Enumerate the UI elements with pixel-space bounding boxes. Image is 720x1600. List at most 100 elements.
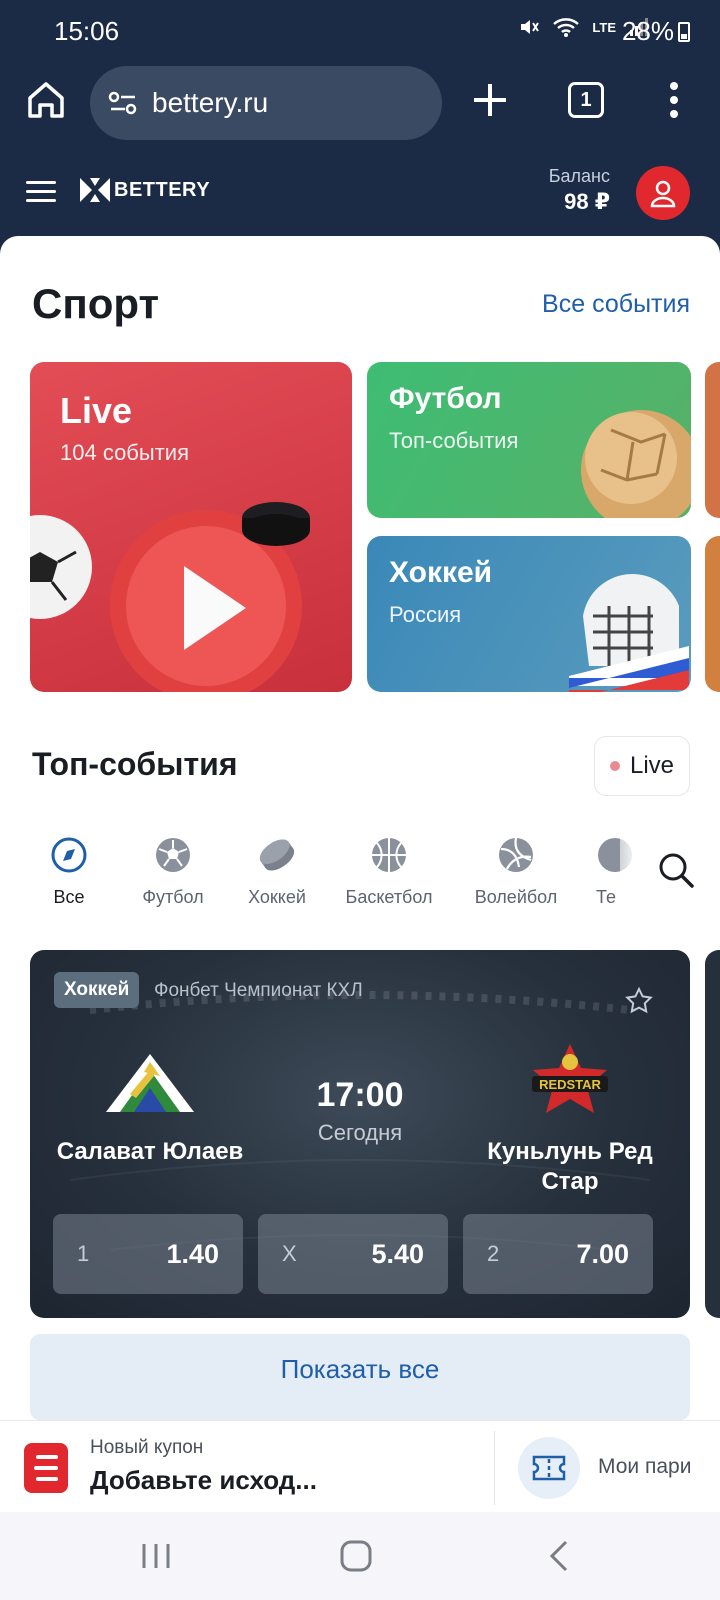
filter-basketball[interactable]: Баскетбол <box>334 826 444 908</box>
odd-home-button[interactable]: 1 1.40 <box>53 1214 243 1294</box>
live-chip-label: Live <box>629 752 675 779</box>
event-card-peek[interactable] <box>705 950 720 1318</box>
balance-value: 98 ₽ <box>564 189 610 214</box>
balance[interactable]: Баланс 98 ₽ <box>549 166 610 215</box>
sport-filter-bar: Все Футбол Хоккей Баскетбол Волейбол Те <box>0 826 720 916</box>
odd-away-label: 2 <box>487 1241 500 1266</box>
menu-icon[interactable] <box>26 181 56 203</box>
mute-icon <box>521 20 540 34</box>
soccer-ball-icon <box>30 515 92 619</box>
sport-section-title: Спорт <box>32 280 160 327</box>
volleyball-icon <box>499 837 533 872</box>
user-icon <box>650 180 676 208</box>
status-bar: 15:06 LTE 28% <box>0 0 720 60</box>
url-bar[interactable]: bettery.ru <box>90 66 442 140</box>
filter-volleyball[interactable]: Волейбол <box>461 826 571 908</box>
salavat-logo-icon <box>106 1054 194 1112</box>
search-zone <box>620 826 720 916</box>
away-team: REDSTAR Куньлунь Ред Стар <box>460 1042 680 1197</box>
event-sport-badge: Хоккей <box>54 972 140 1008</box>
coupon-icon[interactable] <box>24 1443 68 1493</box>
battery-percent: 28% <box>621 16 674 46</box>
odd-draw-value: 5.40 <box>371 1238 424 1269</box>
odd-away-value: 7.00 <box>576 1238 629 1269</box>
hockey-puck-icon <box>259 839 295 871</box>
odd-draw-label: X <box>282 1241 297 1266</box>
all-events-link[interactable]: Все события <box>542 290 690 319</box>
soccer-ball-icon <box>156 838 190 872</box>
filter-all[interactable]: Все <box>14 826 124 908</box>
coupon-lines-icon <box>34 1455 58 1481</box>
network-type: LTE <box>592 19 616 35</box>
tab-switcher-button[interactable]: 1 <box>568 82 604 118</box>
away-team-name: Куньлунь Ред Стар <box>460 1137 680 1197</box>
live-dot-icon <box>609 761 620 771</box>
show-all-button[interactable]: Показать все <box>30 1334 690 1420</box>
recent-apps-icon[interactable] <box>136 1536 176 1576</box>
coupon-value[interactable]: Добавьте исход... <box>90 1465 317 1496</box>
compass-icon <box>51 837 87 873</box>
logo-mark-icon <box>80 178 110 202</box>
site-settings-icon[interactable] <box>108 90 138 116</box>
tab-count: 1 <box>580 88 592 111</box>
tile-live-subtitle: 104 события <box>60 440 189 465</box>
odd-away-button[interactable]: 2 7.00 <box>463 1214 653 1294</box>
tile-live-title: Live <box>60 390 133 431</box>
new-tab-icon[interactable] <box>470 80 510 120</box>
event-league: Фонбет Чемпионат КХЛ <box>154 980 363 1001</box>
star-icon[interactable] <box>624 986 654 1016</box>
tile-hockey-title: Хоккей <box>389 556 493 589</box>
home-team-name: Салават Юлаев <box>56 1138 244 1165</box>
profile-button[interactable] <box>636 166 690 220</box>
filter-football[interactable]: Футбол <box>118 826 228 908</box>
filter-basketball-label: Баскетбол <box>345 887 433 907</box>
filter-football-label: Футбол <box>142 887 204 907</box>
my-bets-label[interactable]: Мои пари <box>598 1455 691 1479</box>
logo-text: BETTERY <box>114 178 211 201</box>
coupon-bar: Новый купон Добавьте исход... Мои пари <box>0 1420 720 1512</box>
back-icon[interactable] <box>540 1536 580 1576</box>
status-time: 15:06 <box>54 16 120 46</box>
battery-status: 28% <box>622 16 690 47</box>
system-nav-bar <box>0 1512 720 1600</box>
filter-volleyball-label: Волейбол <box>474 887 558 907</box>
basketball-icon <box>372 838 406 872</box>
tile-football[interactable]: Футбол Топ-события <box>367 362 691 518</box>
brand-logo[interactable]: BETTERY <box>80 178 210 202</box>
ticket-icon <box>532 1455 566 1481</box>
wifi-icon <box>553 18 580 37</box>
main-content: Спорт Все события Live 104 события Футбо… <box>0 236 720 1420</box>
filter-hockey[interactable]: Хоккей <box>222 826 332 908</box>
redstar-logo-icon: REDSTAR <box>532 1044 608 1113</box>
tile-hockey-subtitle: Россия <box>389 602 462 627</box>
coupon-label: Новый купон <box>90 1437 204 1458</box>
event-card[interactable]: Хоккей Фонбет Чемпионат КХЛ Салават Юлае… <box>30 950 690 1318</box>
top-events-title: Топ-события <box>32 746 238 782</box>
tile-football-subtitle: Топ-события <box>389 428 519 453</box>
tile-peek-next[interactable] <box>705 362 720 518</box>
live-filter-chip[interactable]: Live <box>594 736 690 796</box>
odd-draw-button[interactable]: X 5.40 <box>258 1214 448 1294</box>
my-bets-button[interactable] <box>518 1437 580 1499</box>
tile-live[interactable]: Live 104 события <box>30 362 352 692</box>
balance-label: Баланс <box>548 166 610 186</box>
away-team-name-line2: Стар <box>541 1168 599 1195</box>
hockey-puck-icon <box>242 502 310 546</box>
svg-text:REDSTAR: REDSTAR <box>539 1077 601 1092</box>
filter-all-label: Все <box>53 887 85 907</box>
more-menu-icon[interactable] <box>662 78 686 122</box>
coupon-divider <box>494 1431 495 1505</box>
url-text[interactable]: bettery.ru <box>152 87 268 119</box>
battery-icon <box>678 21 690 42</box>
odd-home-label: 1 <box>77 1241 90 1266</box>
search-icon[interactable] <box>656 850 696 890</box>
tile-hockey[interactable]: Хоккей Россия <box>367 536 691 692</box>
goalie-helmet-icon <box>569 574 689 692</box>
golden-ball-icon <box>581 410 691 518</box>
home-icon[interactable] <box>24 78 68 122</box>
home-nav-icon[interactable] <box>336 1536 376 1576</box>
home-team: Салават Юлаев <box>40 1042 260 1167</box>
filter-hockey-label: Хоккей <box>248 887 306 907</box>
tile-peek-next-2[interactable] <box>705 536 720 692</box>
app-header: BETTERY Баланс 98 ₽ <box>0 150 720 236</box>
